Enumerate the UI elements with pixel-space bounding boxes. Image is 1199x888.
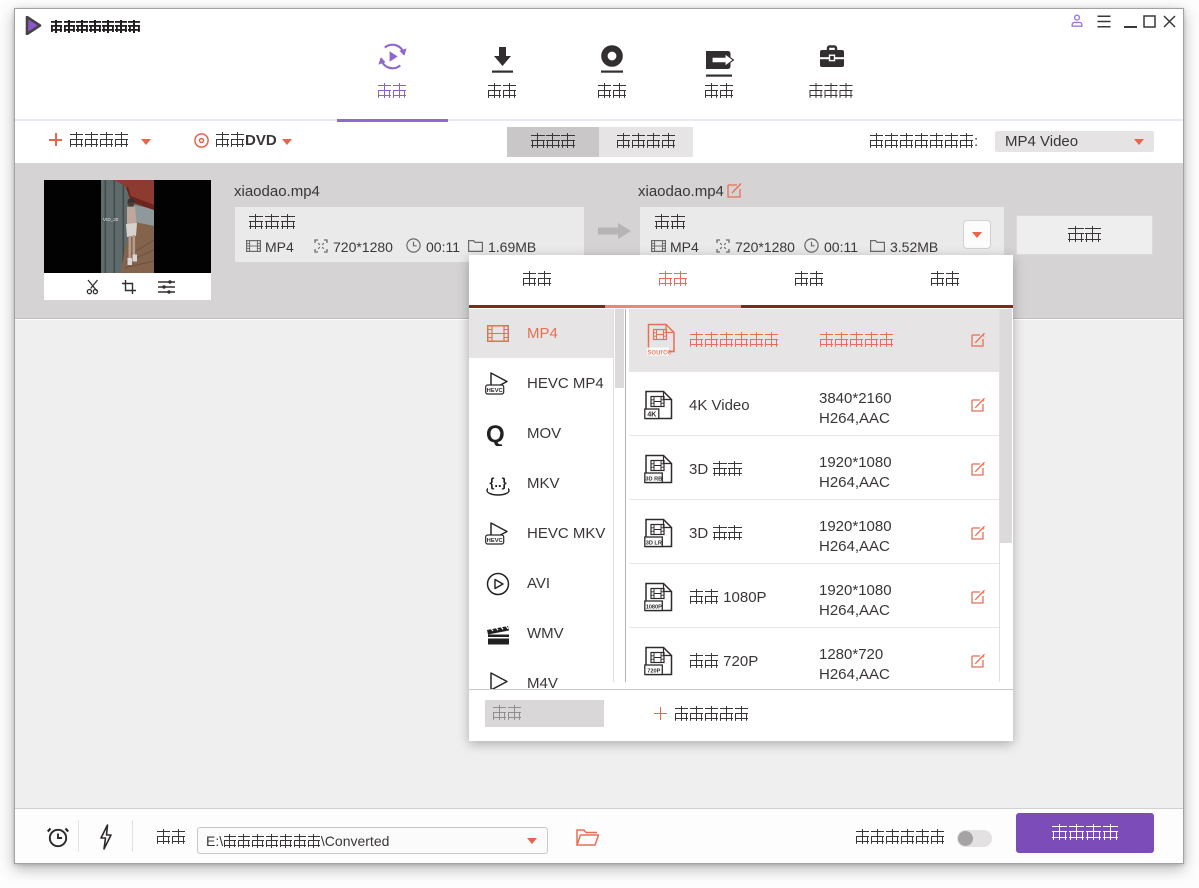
svg-text:4K: 4K: [647, 412, 656, 419]
svg-text:720P: 720P: [647, 668, 660, 674]
svg-text:HEVC: HEVC: [487, 388, 504, 394]
svg-text:source: source: [648, 348, 673, 357]
svg-text:3D LR: 3D LR: [646, 540, 662, 546]
svg-text:HEVC: HEVC: [487, 538, 504, 544]
svg-text:{..}: {..}: [489, 475, 506, 490]
svg-text:1080P: 1080P: [646, 604, 662, 610]
svg-text:3D RB: 3D RB: [645, 476, 662, 482]
svg-text:VID_20: VID_20: [103, 217, 119, 222]
